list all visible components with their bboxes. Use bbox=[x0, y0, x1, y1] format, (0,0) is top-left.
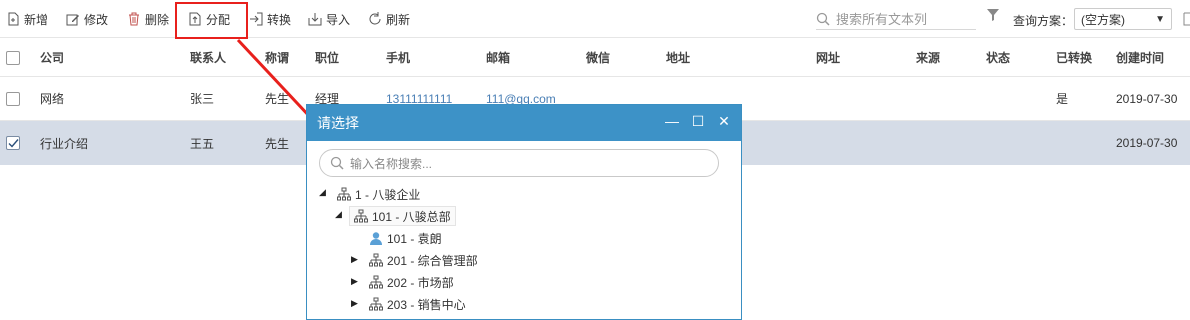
tree-node[interactable]: 101 - 八骏总部 bbox=[349, 206, 456, 226]
column-header[interactable]: 手机 bbox=[386, 39, 410, 76]
column-header[interactable]: 已转换 bbox=[1056, 39, 1092, 76]
import-label: 导入 bbox=[326, 12, 351, 27]
column-header[interactable]: 邮箱 bbox=[486, 39, 510, 76]
search-icon bbox=[330, 156, 344, 170]
trash-icon bbox=[129, 12, 139, 26]
cell-company: 行业介绍 bbox=[40, 136, 89, 151]
column-header[interactable]: 状态 bbox=[986, 39, 1010, 76]
tree-node-label: 1 - 八骏企业 bbox=[355, 187, 421, 202]
cell-created: 2019-07-30 bbox=[1116, 91, 1178, 106]
cell-title: 先生 bbox=[265, 92, 290, 106]
maximize-icon[interactable]: ☐ bbox=[691, 113, 705, 130]
tree-node[interactable]: 203 - 销售中心 bbox=[369, 294, 466, 314]
new-label: 新增 bbox=[24, 12, 49, 27]
collapse-toggle-icon[interactable]: ◢ bbox=[335, 209, 342, 220]
user-icon bbox=[370, 232, 382, 245]
dialog-title: 请选择 bbox=[317, 115, 359, 131]
scheme-value: (空方案) bbox=[1081, 12, 1125, 27]
refresh-label: 刷新 bbox=[386, 12, 411, 27]
search-placeholder: 搜索所有文本列 bbox=[836, 12, 928, 27]
filter-icon[interactable] bbox=[986, 8, 1000, 25]
cell-company: 网络 bbox=[40, 92, 65, 106]
column-header[interactable]: 微信 bbox=[586, 39, 610, 76]
new-doc-icon bbox=[8, 12, 19, 26]
expand-toggle-icon[interactable]: ▶ bbox=[351, 298, 358, 309]
assign-highlight-box bbox=[175, 2, 248, 39]
select-all-checkbox[interactable] bbox=[6, 39, 20, 76]
tree-node[interactable]: 201 - 综合管理部 bbox=[369, 250, 478, 270]
column-header[interactable]: 职位 bbox=[315, 39, 339, 76]
tree-node[interactable]: 101 - 袁朗 bbox=[369, 228, 442, 248]
tree-node-label: 101 - 袁朗 bbox=[387, 231, 442, 246]
tree-node-label: 201 - 综合管理部 bbox=[387, 253, 478, 268]
expand-toggle-icon[interactable]: ▶ bbox=[351, 276, 358, 287]
close-icon[interactable]: ✕ bbox=[717, 113, 731, 130]
column-header[interactable]: 地址 bbox=[666, 39, 690, 76]
row-checkbox[interactable] bbox=[6, 121, 20, 165]
delete-label: 删除 bbox=[145, 12, 170, 27]
row-checkbox[interactable] bbox=[6, 77, 20, 120]
delete-button[interactable]: 删除 bbox=[127, 9, 169, 29]
refresh-icon bbox=[369, 12, 381, 25]
tree-node-label: 203 - 销售中心 bbox=[387, 297, 466, 312]
import-button[interactable]: 导入 bbox=[308, 9, 350, 29]
cell-title: 先生 bbox=[265, 136, 290, 151]
dialog-header[interactable]: 请选择 — ☐ ✕ bbox=[307, 105, 741, 141]
search-icon bbox=[816, 12, 830, 26]
edit-label: 修改 bbox=[84, 12, 109, 27]
edit-button[interactable]: 修改 bbox=[66, 9, 108, 29]
tree-node-label: 202 - 市场部 bbox=[387, 275, 454, 290]
collapse-toggle-icon[interactable]: ◢ bbox=[319, 187, 326, 198]
org-icon bbox=[354, 209, 368, 223]
cell-contact: 张三 bbox=[190, 92, 215, 106]
overflow-menu-icon[interactable] bbox=[1182, 9, 1190, 29]
tree-node[interactable]: 202 - 市场部 bbox=[369, 272, 454, 292]
new-button[interactable]: 新增 bbox=[6, 9, 48, 29]
edit-icon bbox=[66, 14, 79, 26]
org-icon bbox=[369, 275, 383, 289]
column-header[interactable]: 创建时间 bbox=[1116, 39, 1164, 76]
chevron-down-icon: ▼ bbox=[1155, 13, 1165, 25]
select-dialog: 请选择 — ☐ ✕ 输入名称搜索... ◢ 1 - 八骏企业 ◢ 101 - 八… bbox=[306, 104, 742, 320]
convert-label: 转换 bbox=[267, 12, 292, 27]
scheme-label: 查询方案： bbox=[1013, 14, 1074, 28]
scheme-select[interactable]: (空方案) ▼ bbox=[1074, 8, 1172, 30]
table-header: 公司 联系人 称谓 职位 手机 邮箱 微信 地址 网址 来源 状态 已转换 创建… bbox=[0, 39, 1190, 77]
cell-contact: 王五 bbox=[190, 136, 215, 151]
column-header[interactable]: 网址 bbox=[816, 39, 840, 76]
tree-node[interactable]: 1 - 八骏企业 bbox=[337, 184, 420, 204]
org-icon bbox=[369, 253, 383, 267]
convert-button[interactable]: 转换 bbox=[249, 9, 291, 29]
minimize-icon[interactable]: — bbox=[665, 113, 679, 130]
column-header[interactable]: 联系人 bbox=[190, 39, 226, 76]
import-icon bbox=[308, 13, 322, 26]
convert-icon bbox=[250, 12, 263, 26]
tree-node-label: 101 - 八骏总部 bbox=[372, 209, 451, 224]
checkmark-icon bbox=[8, 138, 19, 148]
org-icon bbox=[337, 187, 351, 201]
toolbar: 新增 修改 删除 分配 转换 导入 刷新 搜索所有文本列 查询方案： (空方案)… bbox=[0, 0, 1190, 39]
column-header[interactable]: 称谓 bbox=[265, 39, 289, 76]
refresh-button[interactable]: 刷新 bbox=[368, 9, 410, 29]
org-icon bbox=[369, 297, 383, 311]
cell-converted: 是 bbox=[1056, 92, 1069, 106]
search-input[interactable]: 搜索所有文本列 bbox=[816, 8, 976, 30]
dialog-search-input[interactable]: 输入名称搜索... bbox=[319, 149, 719, 177]
column-header[interactable]: 公司 bbox=[40, 39, 64, 76]
expand-toggle-icon[interactable]: ▶ bbox=[351, 254, 358, 265]
dialog-search-placeholder: 输入名称搜索... bbox=[350, 156, 433, 171]
column-header[interactable]: 来源 bbox=[916, 39, 940, 76]
cell-created: 2019-07-30 bbox=[1116, 136, 1178, 150]
